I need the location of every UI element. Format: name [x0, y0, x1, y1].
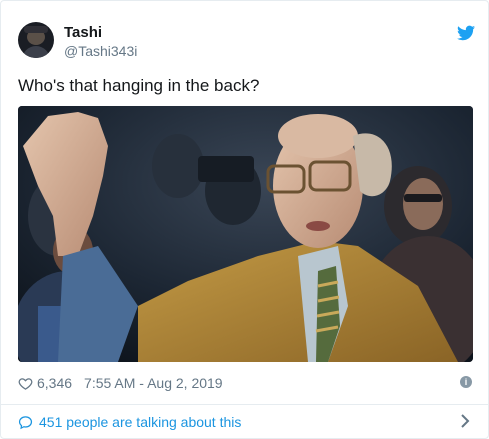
- avatar[interactable]: [18, 22, 54, 58]
- speech-bubble-icon: [18, 415, 33, 429]
- conversation-text[interactable]: 451 people are talking about this: [39, 414, 241, 430]
- display-name[interactable]: Tashi: [64, 24, 102, 41]
- heart-icon[interactable]: [18, 376, 33, 391]
- conversation-link[interactable]: 451 people are talking about this: [18, 412, 241, 432]
- tweet-meta-row: 6,346 7:55 AM - Aug 2, 2019: [18, 373, 223, 393]
- avatar-hat: [24, 26, 48, 33]
- user-handle[interactable]: @Tashi343i: [64, 43, 137, 59]
- tweet-text: Who's that hanging in the back?: [18, 76, 260, 95]
- crowd-scene-illustration: [18, 106, 473, 362]
- chevron-right-icon[interactable]: [460, 414, 470, 428]
- divider: [1, 404, 488, 405]
- tweet-media-image[interactable]: [18, 106, 473, 362]
- info-icon[interactable]: i: [460, 376, 472, 388]
- tweet-card[interactable]: Tashi @Tashi343i Who's that hanging in t…: [0, 0, 489, 439]
- twitter-bird-icon[interactable]: [457, 25, 475, 41]
- like-count[interactable]: 6,346: [37, 375, 72, 391]
- tweet-timestamp[interactable]: 7:55 AM - Aug 2, 2019: [84, 375, 223, 391]
- avatar-body: [22, 46, 50, 58]
